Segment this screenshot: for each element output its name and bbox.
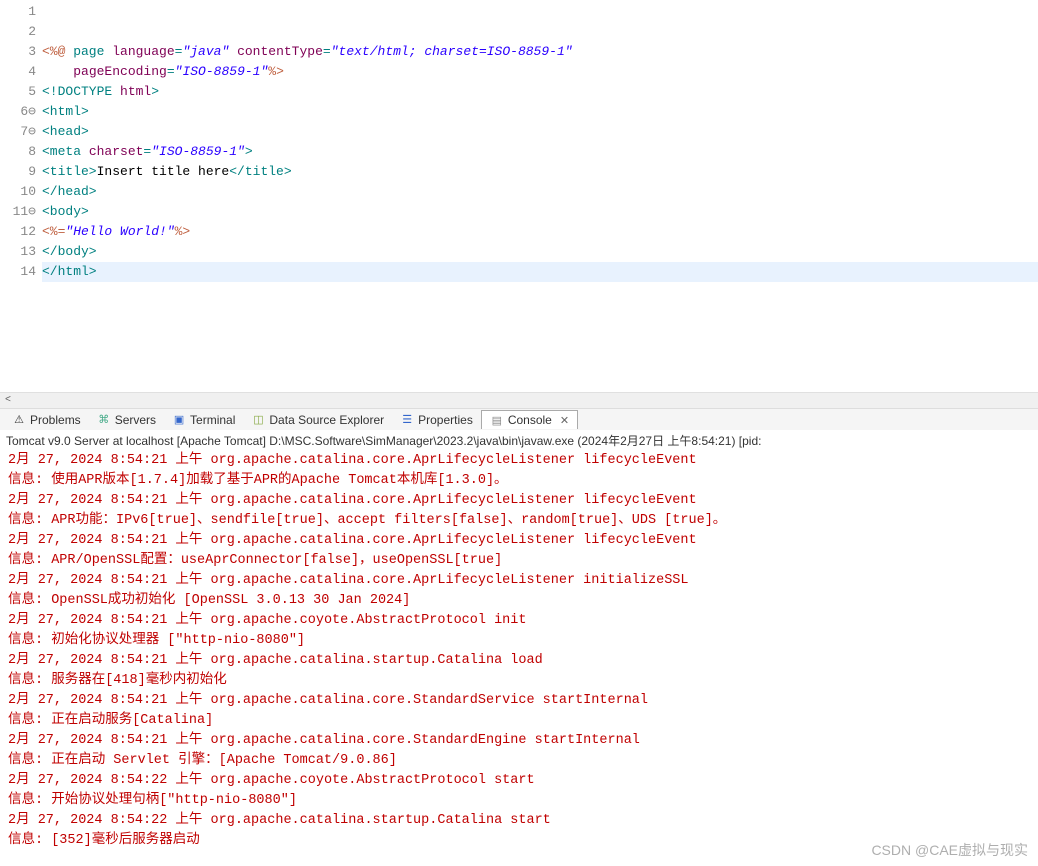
code-line[interactable]: </html>: [42, 262, 1038, 282]
bottom-tabs: ⚠ Problems ⌘ Servers ▣ Terminal ◫ Data S…: [0, 408, 1038, 430]
console-line: 2月 27, 2024 8:54:21 上午 org.apache.catali…: [8, 451, 1030, 471]
data-source-icon: ◫: [251, 413, 265, 427]
servers-icon: ⌘: [97, 413, 111, 427]
console-line: 信息: 开始协议处理句柄["http-nio-8080"]: [8, 791, 1030, 811]
console-line: 信息: APR/OpenSSL配置：useAprConnector[false]…: [8, 551, 1030, 571]
line-number: 8: [0, 142, 36, 162]
line-number: 11⊖: [0, 202, 36, 222]
code-line[interactable]: <%@ page language="java" contentType="te…: [42, 42, 1038, 62]
watermark: CSDN @CAE虚拟与现实: [871, 840, 1028, 860]
line-number: 10: [0, 182, 36, 202]
tab-label: Terminal: [190, 413, 235, 427]
code-line[interactable]: <html>: [42, 102, 1038, 122]
close-icon[interactable]: ✕: [560, 414, 569, 427]
code-line[interactable]: <title>Insert title here</title>: [42, 162, 1038, 182]
console-line: 2月 27, 2024 8:54:21 上午 org.apache.catali…: [8, 531, 1030, 551]
console-line: 信息: 初始化协议处理器 ["http-nio-8080"]: [8, 631, 1030, 651]
tab-data-source[interactable]: ◫ Data Source Explorer: [243, 411, 392, 429]
line-number-gutter: 1 2 3 4 5 6⊖7⊖8 9 10 11⊖12 13 14: [0, 0, 42, 392]
code-line[interactable]: <!DOCTYPE html>: [42, 82, 1038, 102]
tab-properties[interactable]: ☰ Properties: [392, 411, 481, 429]
line-number: 12: [0, 222, 36, 242]
code-line[interactable]: [42, 2, 1038, 22]
console-line: 2月 27, 2024 8:54:21 上午 org.apache.catali…: [8, 651, 1030, 671]
problems-icon: ⚠: [12, 413, 26, 427]
line-number: 2: [0, 22, 36, 42]
line-number: 5: [0, 82, 36, 102]
console-line: 2月 27, 2024 8:54:22 上午 org.apache.catali…: [8, 811, 1030, 831]
code-editor[interactable]: 1 2 3 4 5 6⊖7⊖8 9 10 11⊖12 13 14 <%@ pag…: [0, 0, 1038, 392]
line-number: 3: [0, 42, 36, 62]
console-line: 2月 27, 2024 8:54:21 上午 org.apache.catali…: [8, 491, 1030, 511]
line-number: 6⊖: [0, 102, 36, 122]
console-output[interactable]: 2月 27, 2024 8:54:21 上午 org.apache.catali…: [0, 451, 1038, 851]
line-number: 7⊖: [0, 122, 36, 142]
tab-label: Data Source Explorer: [269, 413, 384, 427]
console-line: 2月 27, 2024 8:54:21 上午 org.apache.catali…: [8, 731, 1030, 751]
code-line[interactable]: <%="Hello World!"%>: [42, 222, 1038, 242]
console-line: 2月 27, 2024 8:54:22 上午 org.apache.coyote…: [8, 771, 1030, 791]
code-line[interactable]: </body>: [42, 242, 1038, 262]
line-number: 4: [0, 62, 36, 82]
console-line: 信息: APR功能：IPv6[true]、sendfile[true]、acce…: [8, 511, 1030, 531]
console-line: 信息: OpenSSL成功初始化 [OpenSSL 3.0.13 30 Jan …: [8, 591, 1030, 611]
tab-servers[interactable]: ⌘ Servers: [89, 411, 164, 429]
code-area[interactable]: <%@ page language="java" contentType="te…: [42, 0, 1038, 392]
tab-label: Problems: [30, 413, 81, 427]
console-icon: ▤: [490, 413, 504, 427]
tab-terminal[interactable]: ▣ Terminal: [164, 411, 243, 429]
line-number: 13: [0, 242, 36, 262]
tab-label: Properties: [418, 413, 473, 427]
tab-console[interactable]: ▤ Console ✕: [481, 410, 578, 429]
console-line: 2月 27, 2024 8:54:21 上午 org.apache.coyote…: [8, 611, 1030, 631]
tab-label: Servers: [115, 413, 156, 427]
code-line[interactable]: <body>: [42, 202, 1038, 222]
scroll-left-icon[interactable]: <: [0, 393, 16, 409]
line-number: 14: [0, 262, 36, 282]
line-number: 1: [0, 2, 36, 22]
console-line: 信息: 使用APR版本[1.7.4]加载了基于APR的Apache Tomcat…: [8, 471, 1030, 491]
tab-problems[interactable]: ⚠ Problems: [4, 411, 89, 429]
code-line[interactable]: pageEncoding="ISO-8859-1"%>: [42, 62, 1038, 82]
tab-label: Console: [508, 413, 552, 427]
console-line: 2月 27, 2024 8:54:21 上午 org.apache.catali…: [8, 691, 1030, 711]
horizontal-scrollbar[interactable]: <: [0, 392, 1038, 408]
line-number: 9: [0, 162, 36, 182]
code-line[interactable]: <meta charset="ISO-8859-1">: [42, 142, 1038, 162]
terminal-icon: ▣: [172, 413, 186, 427]
code-line[interactable]: [42, 22, 1038, 42]
console-line: 2月 27, 2024 8:54:21 上午 org.apache.catali…: [8, 571, 1030, 591]
console-line: 信息: 正在启动 Servlet 引擎：[Apache Tomcat/9.0.8…: [8, 751, 1030, 771]
console-title: Tomcat v9.0 Server at localhost [Apache …: [0, 430, 1038, 451]
properties-icon: ☰: [400, 413, 414, 427]
code-line[interactable]: </head>: [42, 182, 1038, 202]
code-line[interactable]: <head>: [42, 122, 1038, 142]
console-line: 信息: 正在启动服务[Catalina]: [8, 711, 1030, 731]
console-line: 信息: 服务器在[418]毫秒内初始化: [8, 671, 1030, 691]
